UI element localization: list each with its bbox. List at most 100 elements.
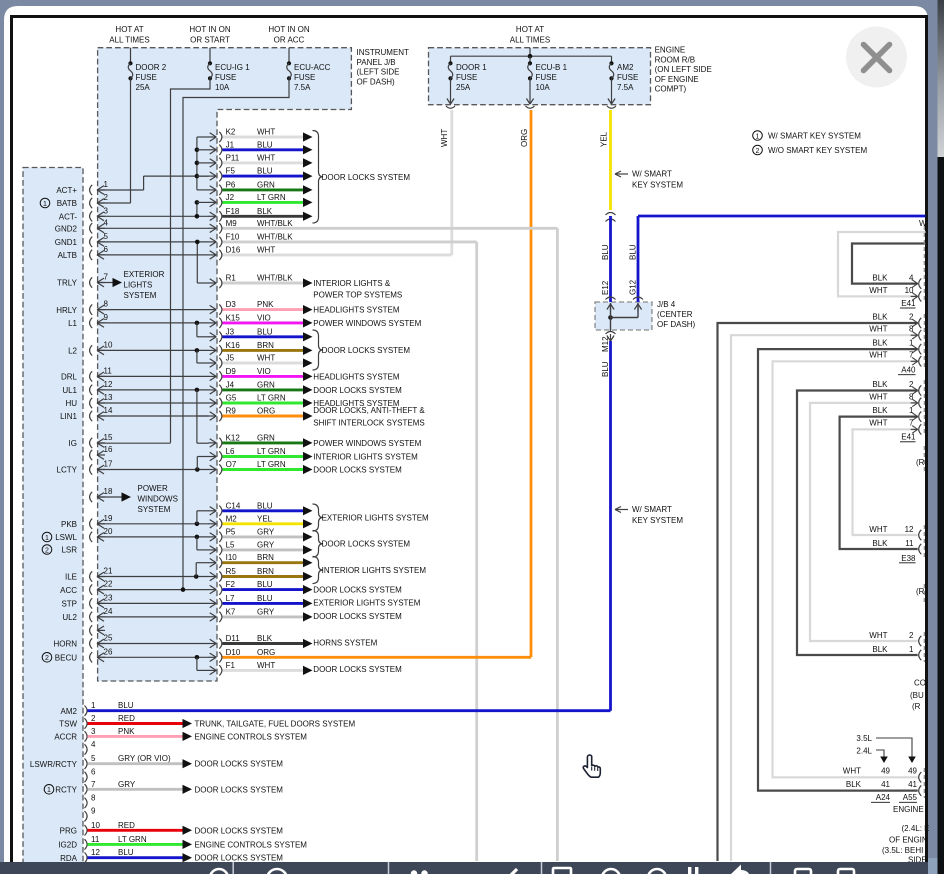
svg-text:ALL TIMES: ALL TIMES bbox=[510, 36, 550, 45]
svg-text:D3: D3 bbox=[226, 300, 237, 309]
svg-text:1: 1 bbox=[45, 535, 49, 542]
svg-text:F18: F18 bbox=[226, 207, 240, 216]
svg-text:DOOR 2: DOOR 2 bbox=[136, 63, 167, 72]
svg-text:VIO: VIO bbox=[257, 313, 271, 322]
svg-text:M9: M9 bbox=[226, 219, 238, 228]
svg-text:49: 49 bbox=[881, 767, 890, 776]
svg-text:OR ACC: OR ACC bbox=[274, 36, 305, 45]
svg-text:9: 9 bbox=[104, 313, 109, 322]
svg-text:WHT: WHT bbox=[869, 351, 887, 360]
svg-text:F10: F10 bbox=[226, 232, 240, 241]
svg-text:25: 25 bbox=[104, 634, 113, 643]
svg-text:WHT: WHT bbox=[869, 325, 887, 334]
svg-text:GRN: GRN bbox=[257, 180, 275, 189]
svg-text:HOT IN ON: HOT IN ON bbox=[189, 25, 230, 34]
svg-text:SHIFT INTERLOCK SYSTEMS: SHIFT INTERLOCK SYSTEMS bbox=[313, 419, 424, 428]
svg-text:D16: D16 bbox=[226, 245, 241, 254]
svg-text:AM2: AM2 bbox=[61, 707, 78, 716]
svg-text:W/ SMART: W/ SMART bbox=[632, 170, 672, 179]
svg-text:DOOR LOCKS SYSTEM: DOOR LOCKS SYSTEM bbox=[313, 466, 402, 475]
svg-text:10: 10 bbox=[91, 821, 100, 830]
svg-text:DOOR LOCKS SYSTEM: DOOR LOCKS SYSTEM bbox=[195, 760, 284, 769]
svg-text:1: 1 bbox=[909, 645, 914, 654]
svg-text:L5: L5 bbox=[226, 540, 235, 549]
svg-text:YEL: YEL bbox=[600, 131, 609, 147]
svg-text:K7: K7 bbox=[226, 607, 236, 616]
svg-text:F5: F5 bbox=[226, 167, 236, 176]
svg-text:KEY SYSTEM: KEY SYSTEM bbox=[632, 516, 683, 525]
svg-text:GRY: GRY bbox=[257, 607, 275, 616]
svg-text:2: 2 bbox=[91, 714, 96, 723]
svg-text:11: 11 bbox=[91, 835, 100, 844]
svg-text:C14: C14 bbox=[226, 501, 241, 510]
svg-text:6: 6 bbox=[91, 768, 96, 777]
svg-text:WHT: WHT bbox=[869, 631, 887, 640]
svg-text:R5: R5 bbox=[226, 567, 237, 576]
svg-text:4: 4 bbox=[104, 218, 109, 227]
svg-text:STP: STP bbox=[61, 600, 77, 609]
svg-text:G12: G12 bbox=[629, 279, 638, 295]
svg-text:18: 18 bbox=[104, 487, 113, 496]
svg-text:ACT-: ACT- bbox=[59, 213, 78, 222]
svg-text:E41: E41 bbox=[901, 299, 916, 308]
svg-text:LIGHTS: LIGHTS bbox=[124, 281, 153, 290]
svg-text:FUSE: FUSE bbox=[536, 73, 557, 82]
svg-text:WINDOWS: WINDOWS bbox=[138, 495, 178, 504]
svg-text:P5: P5 bbox=[226, 527, 236, 536]
svg-text:DOOR LOCKS SYSTEM: DOOR LOCKS SYSTEM bbox=[322, 173, 411, 182]
svg-text:3: 3 bbox=[91, 727, 96, 736]
svg-text:FUSE: FUSE bbox=[617, 73, 638, 82]
svg-text:41: 41 bbox=[881, 780, 890, 789]
svg-text:M12: M12 bbox=[601, 336, 610, 352]
svg-text:10: 10 bbox=[104, 340, 113, 349]
svg-text:TRUNK, TAILGATE, FUEL DOORS SY: TRUNK, TAILGATE, FUEL DOORS SYSTEM bbox=[195, 720, 356, 729]
svg-text:11: 11 bbox=[104, 366, 113, 375]
svg-text:LSR: LSR bbox=[61, 546, 77, 555]
svg-text:(3.5L: BEHI: (3.5L: BEHI bbox=[882, 846, 923, 855]
svg-text:POWER WINDOWS SYSTEM: POWER WINDOWS SYSTEM bbox=[313, 439, 421, 448]
svg-text:ALL TIMES: ALL TIMES bbox=[109, 36, 149, 45]
svg-text:LCTY: LCTY bbox=[57, 466, 78, 475]
svg-text:12: 12 bbox=[104, 380, 113, 389]
svg-text:D10: D10 bbox=[226, 648, 241, 657]
svg-text:ACCR: ACCR bbox=[54, 733, 77, 742]
svg-text:10: 10 bbox=[905, 286, 914, 295]
svg-text:TSW: TSW bbox=[59, 720, 77, 729]
svg-text:VIO: VIO bbox=[257, 367, 271, 376]
svg-text:K12: K12 bbox=[226, 433, 241, 442]
svg-text:W/ SMART KEY SYSTEM: W/ SMART KEY SYSTEM bbox=[768, 131, 861, 140]
svg-text:GRY: GRY bbox=[257, 527, 275, 536]
svg-text:ENGINE: ENGINE bbox=[893, 805, 924, 814]
svg-text:GRN: GRN bbox=[257, 380, 275, 389]
svg-text:HOT AT: HOT AT bbox=[516, 25, 544, 34]
svg-text:J3: J3 bbox=[226, 327, 235, 336]
svg-text:WHT/BLK: WHT/BLK bbox=[257, 232, 293, 241]
svg-text:PANEL J/B: PANEL J/B bbox=[357, 58, 396, 67]
svg-text:BRN: BRN bbox=[257, 341, 274, 350]
svg-text:DOOR 1: DOOR 1 bbox=[456, 63, 487, 72]
svg-text:8: 8 bbox=[91, 793, 96, 802]
svg-text:OF ENGINE: OF ENGINE bbox=[655, 75, 699, 84]
svg-text:PNK: PNK bbox=[257, 300, 274, 309]
svg-text:HEADLIGHTS SYSTEM: HEADLIGHTS SYSTEM bbox=[313, 306, 400, 315]
svg-text:IG2D: IG2D bbox=[58, 841, 77, 850]
svg-text:ENGINE CONTROLS SYSTEM: ENGINE CONTROLS SYSTEM bbox=[195, 732, 308, 741]
svg-text:UL1: UL1 bbox=[62, 386, 77, 395]
svg-text:10A: 10A bbox=[536, 83, 551, 92]
svg-text:22: 22 bbox=[104, 580, 113, 589]
svg-text:DOOR LOCKS SYSTEM: DOOR LOCKS SYSTEM bbox=[322, 540, 411, 549]
svg-text:(LEFT SIDE: (LEFT SIDE bbox=[357, 68, 400, 77]
svg-text:AM2: AM2 bbox=[617, 63, 634, 72]
svg-text:DOOR LOCKS SYSTEM: DOOR LOCKS SYSTEM bbox=[195, 854, 284, 863]
svg-text:DOOR LOCKS SYSTEM: DOOR LOCKS SYSTEM bbox=[313, 586, 402, 595]
svg-text:LT GRN: LT GRN bbox=[257, 193, 286, 202]
svg-text:GRY (OR VIO): GRY (OR VIO) bbox=[118, 754, 171, 763]
svg-text:E38: E38 bbox=[901, 554, 916, 563]
svg-text:RDA: RDA bbox=[60, 854, 78, 863]
svg-text:17: 17 bbox=[104, 460, 113, 469]
svg-text:3.5L: 3.5L bbox=[856, 734, 872, 743]
svg-text:EXTERIOR LIGHTS SYSTEM: EXTERIOR LIGHTS SYSTEM bbox=[322, 514, 429, 523]
svg-text:ENGINE: ENGINE bbox=[655, 46, 686, 55]
svg-text:L1: L1 bbox=[68, 319, 77, 328]
svg-text:ORG: ORG bbox=[257, 407, 275, 416]
